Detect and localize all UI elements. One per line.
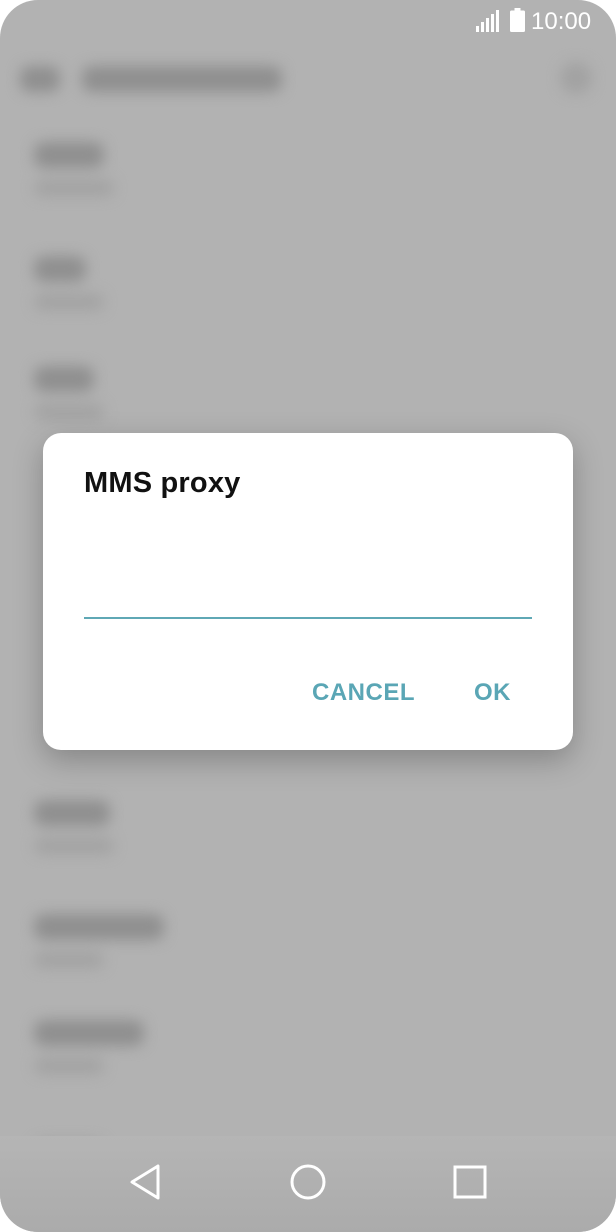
back-icon[interactable] [124, 1160, 168, 1204]
recent-apps-icon[interactable] [448, 1160, 492, 1204]
signal-icon [476, 10, 499, 32]
cancel-button[interactable]: CANCEL [312, 679, 415, 707]
home-icon[interactable] [286, 1160, 330, 1204]
mms-proxy-input[interactable] [84, 573, 532, 619]
battery-icon [510, 8, 525, 32]
dialog-title: MMS proxy [84, 467, 241, 499]
screen: 10:00 MMS proxy CANCEL OK [0, 0, 616, 1232]
status-bar: 10:00 [0, 0, 616, 44]
status-time: 10:00 [531, 8, 592, 35]
mms-proxy-dialog: MMS proxy CANCEL OK [43, 433, 573, 750]
ok-button[interactable]: OK [474, 679, 511, 707]
navigation-bar [0, 1136, 616, 1232]
